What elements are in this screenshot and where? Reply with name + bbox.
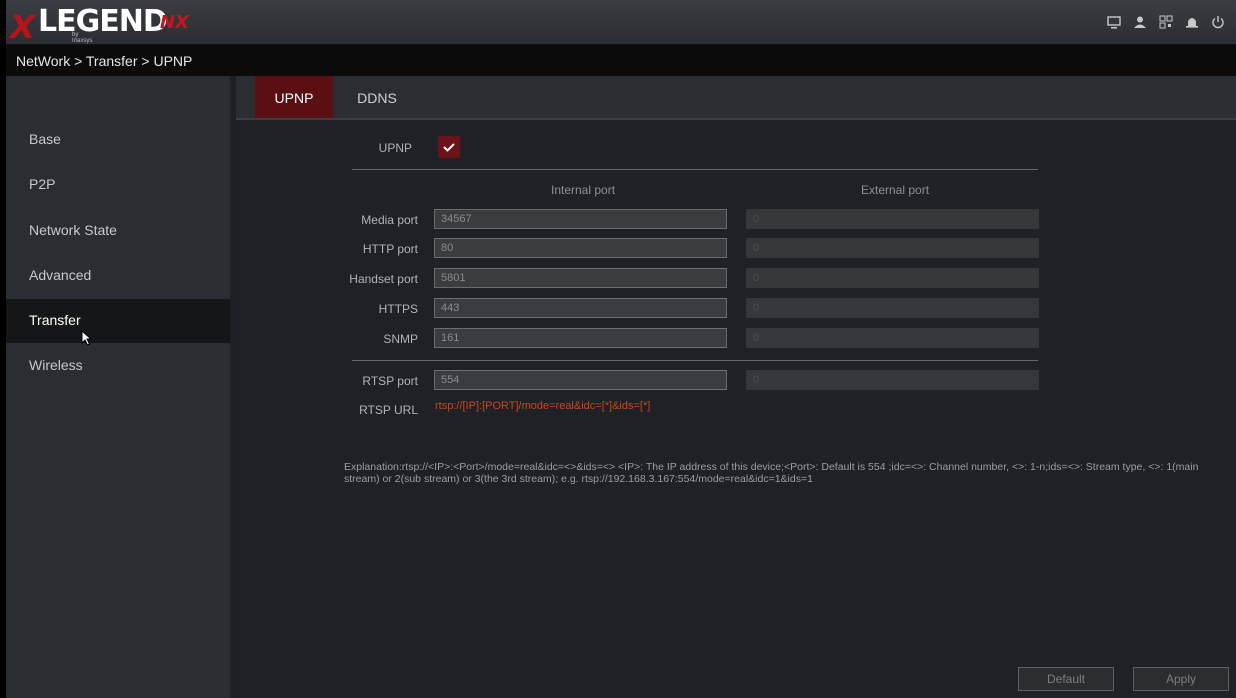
handset-port-external-input[interactable]: 0 (746, 268, 1039, 288)
snmp-port-internal-input[interactable]: 161 (434, 328, 727, 348)
rtsp-url-label: RTSP URL (359, 403, 418, 417)
upnp-enable-label: UPNP (378, 141, 412, 155)
separator (352, 360, 1038, 361)
sidebar-item-label: Advanced (29, 267, 92, 283)
sidebar-item-label: P2P (29, 176, 56, 192)
alarm-icon[interactable] (1184, 14, 1200, 30)
media-port-internal-input[interactable]: 34567 (434, 209, 727, 229)
rtsp-port-label: RTSP port (362, 374, 418, 388)
upnp-enable-checkbox[interactable] (438, 136, 460, 158)
sidebar-item-label: Network State (29, 222, 117, 238)
top-icon-group (1106, 14, 1226, 30)
snmp-port-label: SNMP (383, 332, 418, 346)
sidebar-item-p2p[interactable]: P2P (6, 163, 230, 207)
https-port-internal-input[interactable]: 443 (434, 298, 727, 318)
breadcrumb-text: NetWork > Transfer > UPNP (16, 53, 193, 69)
rtsp-port-internal-input[interactable]: 554 (434, 370, 727, 390)
top-bar: X LEGEND NX by Inaxsys (6, 0, 1236, 46)
power-icon[interactable] (1210, 14, 1226, 30)
mouse-cursor-icon (81, 330, 93, 346)
sidebar-item-label: Wireless (29, 357, 83, 373)
rtsp-port-external-input[interactable]: 0 (746, 370, 1039, 390)
handset-port-internal-input[interactable]: 5801 (434, 268, 727, 288)
https-port-external-input[interactable]: 0 (746, 298, 1039, 318)
sidebar-item-wireless[interactable]: Wireless (6, 344, 230, 388)
sidebar: Base P2P Network State Advanced Transfer… (6, 76, 230, 698)
sidebar-item-base[interactable]: Base (6, 118, 230, 162)
https-port-label: HTTPS (378, 302, 418, 316)
checkmark-icon (443, 143, 455, 152)
http-port-internal-input[interactable]: 80 (434, 238, 727, 258)
rtsp-url-value: rtsp://[IP]:[PORT]/mode=real&idc=[*]&ids… (435, 400, 651, 412)
sidebar-item-advanced[interactable]: Advanced (6, 254, 230, 298)
qr-code-icon[interactable] (1158, 14, 1174, 30)
snmp-port-external-input[interactable]: 0 (746, 328, 1039, 348)
media-port-label: Media port (361, 213, 418, 227)
sidebar-item-transfer[interactable]: Transfer (6, 299, 230, 343)
http-port-label: HTTP port (362, 242, 418, 256)
sidebar-item-label: Base (29, 131, 61, 147)
apply-button[interactable]: Apply (1133, 667, 1229, 691)
upnp-panel: UPNP Internal port External port Media p… (236, 122, 1236, 698)
internal-port-header: Internal port (551, 183, 616, 197)
user-icon[interactable] (1132, 14, 1148, 30)
default-button[interactable]: Default (1018, 667, 1114, 691)
external-port-header: External port (861, 183, 930, 197)
tab-upnp[interactable]: UPNP (255, 76, 333, 120)
sidebar-item-network-state[interactable]: Network State (6, 209, 230, 253)
tab-bar: UPNP DDNS (236, 76, 1236, 120)
app-window: X LEGEND NX by Inaxsys NetWork > Transfe… (6, 0, 1236, 698)
http-port-external-input[interactable]: 0 (746, 238, 1039, 258)
media-port-external-input[interactable]: 0 (746, 209, 1039, 229)
breadcrumb: NetWork > Transfer > UPNP (6, 45, 1236, 76)
handset-port-label: Handset port (349, 272, 418, 286)
explanation-text: Explanation:rtsp://<IP>:<Port>/mode=real… (344, 461, 1199, 485)
monitor-icon[interactable] (1106, 14, 1122, 30)
sidebar-item-label: Transfer (29, 312, 81, 328)
tab-divider (236, 118, 1236, 120)
separator (352, 169, 1038, 170)
tab-ddns[interactable]: DDNS (338, 76, 416, 120)
